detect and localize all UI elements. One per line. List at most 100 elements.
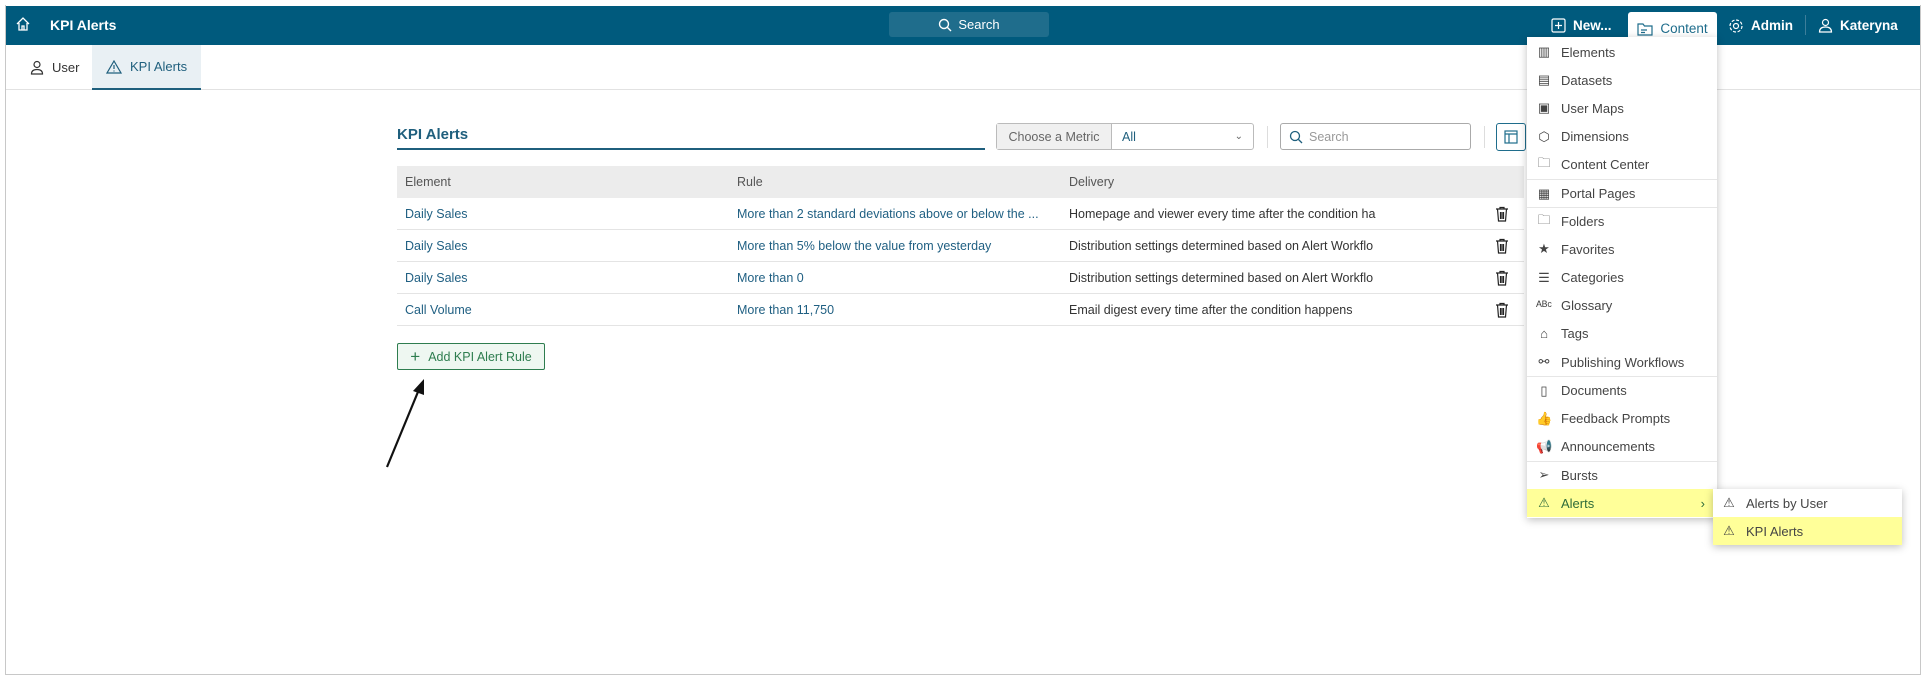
dimensions-icon: ⬡	[1538, 128, 1550, 144]
menu-item-label: Feedback Prompts	[1561, 411, 1671, 427]
home-icon[interactable]	[15, 16, 31, 32]
menu-item-favorites[interactable]: ★ Favorites	[1527, 235, 1717, 263]
divider	[1484, 126, 1485, 148]
add-button-label: Add KPI Alert Rule	[428, 349, 532, 364]
user-maps-icon: ▣	[1537, 100, 1551, 116]
rule-link[interactable]: More than 11,750	[737, 294, 1047, 325]
table-row: Call Volume More than 11,750 Email diges…	[397, 294, 1524, 326]
menu-item-bursts[interactable]: ➢ Bursts	[1527, 460, 1717, 489]
menu-item-content-center[interactable]: 🗀 Content Center	[1527, 151, 1717, 179]
divider	[1267, 126, 1268, 148]
element-link[interactable]: Call Volume	[405, 294, 472, 325]
menu-item-label: Announcements	[1561, 439, 1655, 455]
layout-toggle-button[interactable]	[1496, 123, 1526, 151]
column-header-rule[interactable]: Rule	[737, 166, 763, 198]
menu-item-documents[interactable]: ▯ Documents	[1527, 376, 1717, 404]
menu-item-label: Glossary	[1561, 298, 1613, 314]
metric-select[interactable]: Choose a Metric All ⌄	[996, 123, 1254, 150]
rule-link[interactable]: More than 0	[737, 262, 1047, 293]
delivery-text: Homepage and viewer every time after the…	[1069, 206, 1376, 221]
menu-item-tags[interactable]: ⌂ Tags	[1527, 320, 1717, 348]
global-search-button[interactable]: Search	[889, 12, 1049, 37]
tab-kpi-alerts[interactable]: KPI Alerts	[92, 45, 202, 90]
submenu-item-kpi-alerts[interactable]: ⚠ KPI Alerts	[1713, 517, 1902, 546]
elements-icon: ▥	[1537, 44, 1551, 60]
menu-item-label: User Maps	[1561, 100, 1624, 116]
title-underline	[397, 148, 985, 150]
categories-icon: ☰	[1538, 269, 1550, 285]
new-button[interactable]: New...	[1551, 12, 1612, 39]
warning-icon	[106, 59, 122, 74]
table-row: Daily Sales More than 0 Distribution set…	[397, 262, 1524, 294]
delivery-text: Distribution settings determined based o…	[1069, 270, 1374, 285]
search-label: Search	[958, 17, 1000, 32]
admin-button[interactable]: Admin	[1728, 12, 1793, 39]
metric-select-label: Choose a Metric	[997, 124, 1112, 149]
user-menu-button[interactable]: Kateryna	[1818, 12, 1898, 39]
documents-icon: ▯	[1540, 382, 1548, 398]
add-kpi-alert-rule-button[interactable]: + Add KPI Alert Rule	[397, 343, 545, 370]
menu-item-label: Documents	[1561, 383, 1627, 399]
menu-item-label: Bursts	[1561, 467, 1598, 483]
menu-item-label: Content Center	[1561, 157, 1650, 173]
search-icon	[1289, 130, 1303, 144]
tags-icon: ⌂	[1540, 326, 1548, 342]
menu-item-label: Alerts	[1561, 495, 1595, 511]
menu-item-label: Folders	[1561, 214, 1605, 230]
menu-item-label: Datasets	[1561, 72, 1613, 88]
bursts-icon: ➢	[1538, 467, 1550, 483]
portal-pages-icon: ▦	[1537, 185, 1551, 201]
metric-select-value: All	[1122, 129, 1136, 144]
plus-icon: +	[410, 346, 421, 366]
plus-square-icon	[1551, 18, 1566, 33]
trash-icon[interactable]	[1495, 294, 1509, 325]
layout-icon	[1504, 130, 1518, 144]
element-link[interactable]: Daily Sales	[405, 262, 468, 293]
menu-item-folders[interactable]: 🗀 Folders	[1527, 207, 1717, 235]
rule-link[interactable]: More than 5% below the value from yester…	[737, 230, 1047, 261]
column-header-element[interactable]: Element	[405, 166, 451, 198]
content-label: Content	[1660, 21, 1708, 36]
menu-item-user-maps[interactable]: ▣ User Maps	[1527, 94, 1717, 122]
announcements-icon: 📢	[1536, 438, 1553, 454]
element-link[interactable]: Daily Sales	[405, 198, 468, 229]
new-label: New...	[1573, 18, 1612, 33]
menu-item-label: Publishing Workflows	[1561, 354, 1685, 370]
element-link[interactable]: Daily Sales	[405, 230, 468, 261]
tab-user[interactable]: User	[16, 45, 93, 90]
menu-item-datasets[interactable]: ▤ Datasets	[1527, 66, 1717, 94]
glossary-icon: ᴬᴮᶜ	[1536, 298, 1552, 314]
menu-item-elements[interactable]: ▥ Elements	[1527, 38, 1717, 66]
menu-item-label: Categories	[1561, 270, 1624, 286]
search-input[interactable]: Search	[1280, 123, 1471, 150]
menu-item-label: Elements	[1561, 44, 1616, 60]
menu-item-glossary[interactable]: ᴬᴮᶜ Glossary	[1527, 292, 1717, 320]
trash-icon[interactable]	[1495, 230, 1509, 261]
divider	[1805, 15, 1806, 35]
search-icon	[938, 18, 952, 32]
trash-icon[interactable]	[1495, 262, 1509, 293]
menu-item-publishing-workflows[interactable]: ⚯ Publishing Workflows	[1527, 348, 1717, 376]
admin-label: Admin	[1751, 18, 1793, 33]
content-center-icon: 🗀	[1537, 154, 1551, 170]
folders-icon: 🗀	[1537, 211, 1551, 227]
app-title: KPI Alerts	[50, 17, 117, 33]
user-icon	[1818, 18, 1833, 33]
submenu-item-alerts-by-user[interactable]: ⚠ Alerts by User	[1713, 489, 1902, 517]
menu-item-announcements[interactable]: 📢 Announcements	[1527, 433, 1717, 461]
menu-item-categories[interactable]: ☰ Categories	[1527, 264, 1717, 292]
menu-item-dimensions[interactable]: ⬡ Dimensions	[1527, 123, 1717, 151]
search-placeholder: Search	[1309, 129, 1349, 144]
menu-item-feedback-prompts[interactable]: 👍 Feedback Prompts	[1527, 404, 1717, 432]
menu-item-portal-pages[interactable]: ▦ Portal Pages	[1527, 178, 1717, 207]
trash-icon[interactable]	[1495, 198, 1509, 229]
alerts-icon: ⚠	[1538, 495, 1550, 511]
user-label: Kateryna	[1840, 18, 1898, 33]
rule-link[interactable]: More than 2 standard deviations above or…	[737, 198, 1047, 229]
menu-item-alerts[interactable]: ⚠ Alerts ›	[1527, 489, 1717, 518]
folder-icon	[1637, 22, 1653, 36]
gear-icon	[1728, 18, 1744, 34]
menu-item-label: Portal Pages	[1561, 186, 1636, 202]
column-header-delivery[interactable]: Delivery	[1069, 166, 1114, 198]
submenu-item-label: KPI Alerts	[1746, 523, 1804, 539]
